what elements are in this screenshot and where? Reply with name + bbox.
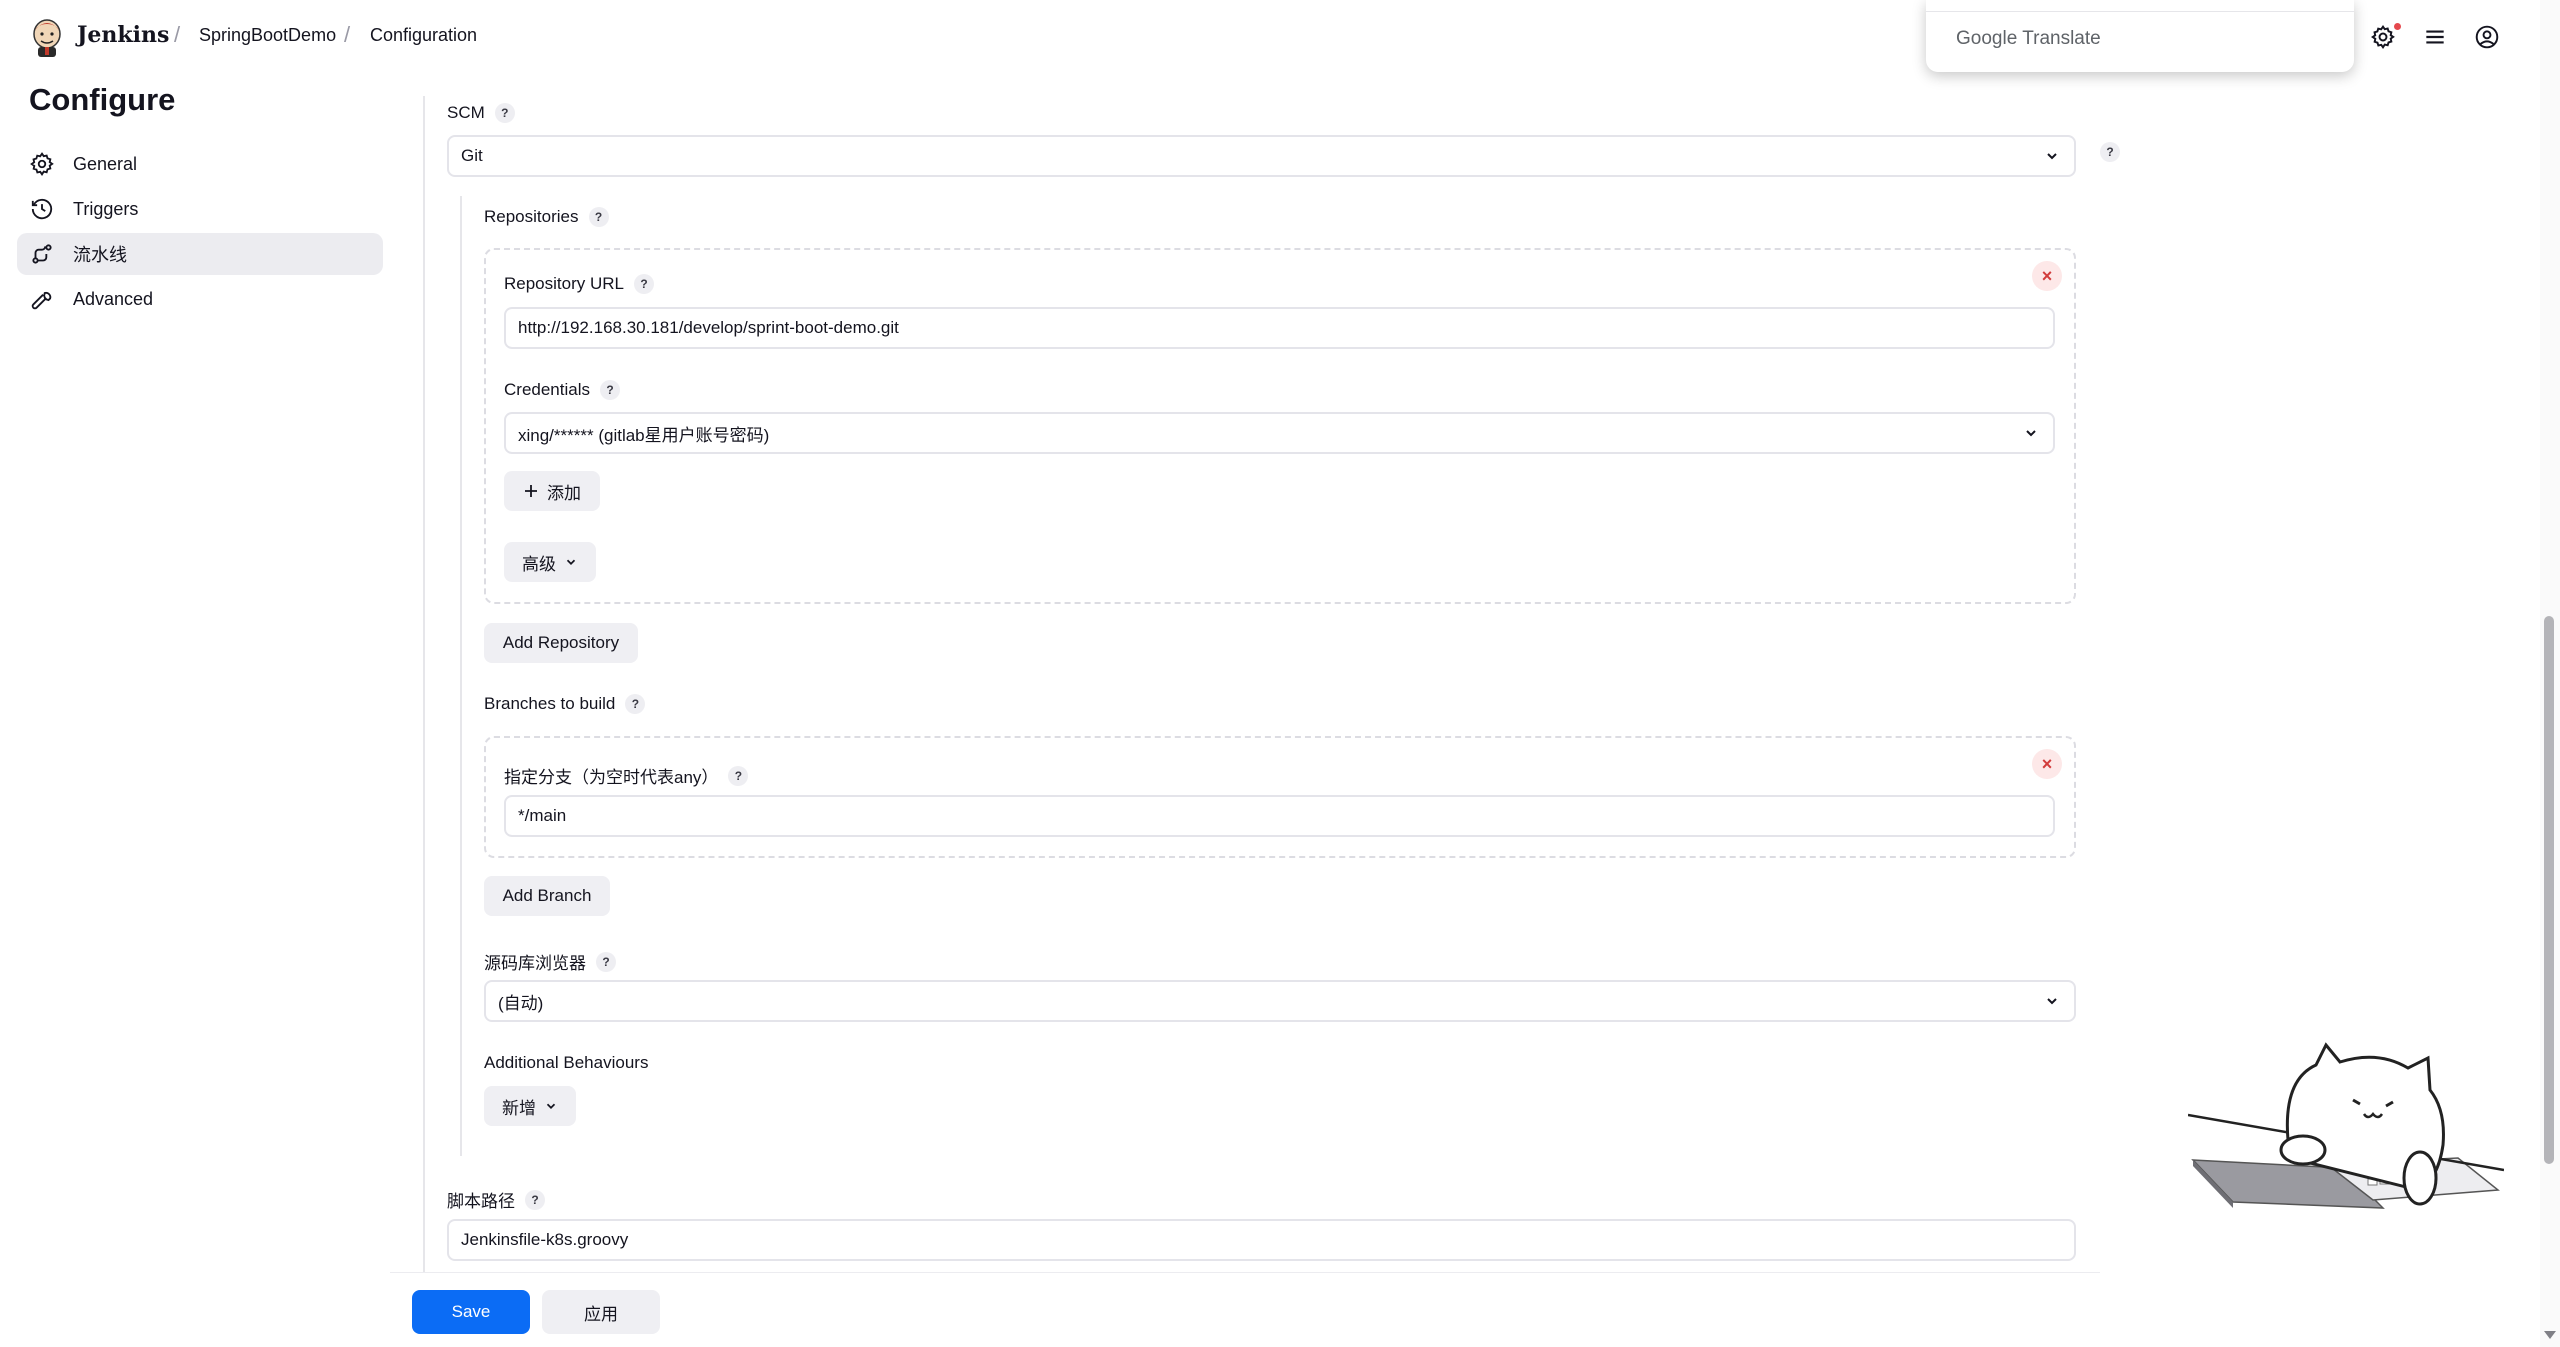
scm-select[interactable]: Git bbox=[447, 135, 2076, 177]
scm-group-divider bbox=[460, 196, 462, 1156]
notification-dot bbox=[2394, 23, 2401, 30]
translate-product: Translate bbox=[2022, 28, 2101, 49]
sidebar-item-general[interactable]: General bbox=[17, 143, 383, 185]
credentials-label-row: Credentials ? bbox=[504, 380, 620, 400]
branch-specifier-label-row: 指定分支（为空时代表any） ? bbox=[504, 763, 749, 788]
help-icon[interactable]: ? bbox=[634, 274, 654, 294]
breadcrumb-separator: / bbox=[344, 22, 351, 47]
page-title: Configure bbox=[29, 82, 176, 117]
scm-label: SCM bbox=[447, 103, 485, 122]
branch-specifier-input[interactable]: */main bbox=[504, 795, 2055, 837]
section-divider bbox=[423, 96, 425, 1336]
repository-browser-label: 源码库浏览器 bbox=[484, 954, 586, 973]
branch-specifier-label: 指定分支（为空时代表any） bbox=[504, 768, 719, 787]
scm-label-row: SCM ? bbox=[447, 103, 515, 123]
breadcrumb-job[interactable]: SpringBootDemo bbox=[199, 25, 336, 46]
help-icon[interactable]: ? bbox=[494, 103, 515, 123]
repository-browser-label-row: 源码库浏览器 ? bbox=[484, 949, 616, 974]
account-icon[interactable] bbox=[2474, 24, 2500, 50]
sidebar-item-advanced[interactable]: Advanced bbox=[17, 278, 383, 320]
breadcrumb-separator: / bbox=[174, 22, 181, 47]
gear-icon bbox=[30, 152, 54, 176]
branches-label-row: Branches to build ? bbox=[484, 694, 646, 714]
sidebar-item-triggers[interactable]: Triggers bbox=[17, 188, 383, 230]
menu-icon[interactable] bbox=[2422, 24, 2448, 50]
help-icon[interactable]: ? bbox=[596, 951, 616, 972]
repository-url-label: Repository URL bbox=[504, 274, 624, 293]
script-path-label-row: 脚本路径 ? bbox=[447, 1187, 545, 1212]
add-branch-button[interactable]: Add Branch bbox=[484, 876, 610, 916]
pipeline-icon bbox=[32, 244, 52, 264]
sidebar-item-label: General bbox=[73, 153, 138, 174]
bottom-bar-divider bbox=[390, 1272, 2100, 1273]
help-icon[interactable]: ? bbox=[625, 694, 646, 714]
chevron-down-icon bbox=[2026, 430, 2036, 437]
remove-repository-button[interactable]: × bbox=[2032, 261, 2062, 291]
repository-browser-value: (自动) bbox=[498, 993, 544, 1013]
advanced-toggle-button[interactable]: 高级 bbox=[504, 542, 596, 582]
scm-select-value: Git bbox=[461, 146, 483, 165]
sidebar-item-pipeline[interactable]: 流水线 bbox=[17, 233, 383, 275]
help-icon[interactable]: ? bbox=[525, 1189, 545, 1210]
script-path-label: 脚本路径 bbox=[447, 1192, 515, 1211]
additional-behaviours-label-row: Additional Behaviours bbox=[484, 1053, 648, 1073]
repository-browser-select[interactable]: (自动) bbox=[484, 980, 2076, 1022]
help-icon[interactable]: ? bbox=[728, 765, 749, 786]
chevron-down-icon bbox=[2047, 153, 2057, 160]
repository-url-value: http://192.168.30.181/develop/sprint-boo… bbox=[518, 318, 899, 337]
google-translate-popup[interactable]: Google Translate bbox=[1926, 0, 2354, 72]
sidebar-item-label: Advanced bbox=[73, 288, 154, 309]
chevron-down-icon bbox=[2047, 998, 2057, 1005]
branches-label: Branches to build bbox=[484, 694, 616, 713]
google-brand: Google bbox=[1956, 28, 2018, 49]
add-repository-button[interactable]: Add Repository bbox=[484, 623, 638, 663]
repositories-label-row: Repositories ? bbox=[484, 207, 609, 227]
script-path-input[interactable]: Jenkinsfile-k8s.groovy bbox=[447, 1219, 2076, 1261]
remove-branch-button[interactable]: × bbox=[2032, 749, 2062, 779]
scrollbar-thumb[interactable] bbox=[2544, 616, 2554, 1164]
chevron-down-icon bbox=[566, 559, 576, 565]
repositories-label: Repositories bbox=[484, 207, 579, 226]
advanced-label: 高级 bbox=[522, 554, 556, 574]
credentials-label: Credentials bbox=[504, 380, 590, 399]
clock-icon bbox=[31, 198, 53, 220]
repository-url-input[interactable]: http://192.168.30.181/develop/sprint-boo… bbox=[504, 307, 2055, 349]
breadcrumb-configuration[interactable]: Configuration bbox=[370, 25, 477, 46]
apply-button[interactable]: 应用 bbox=[542, 1290, 660, 1334]
add-repository-label: Add Repository bbox=[502, 633, 620, 652]
google-translate-label: Google Translate bbox=[1956, 28, 2101, 50]
branch-specifier-value: */main bbox=[518, 806, 567, 825]
bongo-cat-illustration bbox=[2188, 1042, 2504, 1209]
repository-url-label-row: Repository URL ? bbox=[504, 274, 654, 294]
help-icon[interactable]: ? bbox=[588, 207, 609, 227]
brand-name[interactable]: Jenkins bbox=[77, 22, 169, 48]
sidebar-item-label: 流水线 bbox=[73, 245, 127, 265]
help-icon[interactable]: ? bbox=[600, 380, 620, 400]
add-credentials-label: 添加 bbox=[547, 483, 581, 503]
jenkins-logo-icon[interactable] bbox=[29, 18, 65, 58]
additional-behaviours-label: Additional Behaviours bbox=[484, 1053, 649, 1072]
wrench-icon bbox=[31, 291, 52, 310]
credentials-value: xing/****** (gitlab星用户账号密码) bbox=[518, 425, 770, 445]
credentials-select[interactable]: xing/****** (gitlab星用户账号密码) bbox=[504, 412, 2055, 454]
add-behaviour-label: 新增 bbox=[502, 1098, 536, 1118]
sidebar-item-label: Triggers bbox=[73, 198, 139, 219]
add-credentials-button[interactable]: 添加 bbox=[504, 471, 600, 511]
add-branch-label: Add Branch bbox=[502, 886, 592, 905]
chevron-down-icon bbox=[546, 1103, 556, 1109]
popup-divider bbox=[1926, 0, 2354, 12]
plus-icon bbox=[525, 485, 537, 497]
scroll-down-arrow-icon[interactable] bbox=[2542, 1328, 2558, 1342]
settings-icon[interactable] bbox=[2370, 24, 2396, 50]
add-behaviour-button[interactable]: 新增 bbox=[484, 1086, 576, 1126]
save-button[interactable]: Save bbox=[412, 1290, 530, 1334]
script-path-value: Jenkinsfile-k8s.groovy bbox=[461, 1230, 629, 1249]
help-icon[interactable]: ? bbox=[2100, 142, 2120, 162]
